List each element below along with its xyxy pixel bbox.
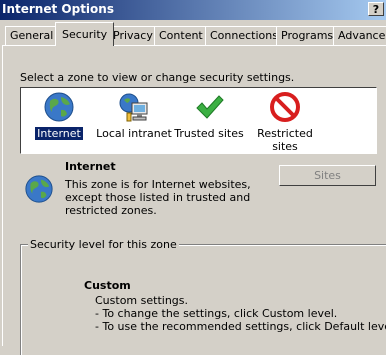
security-level-name: Custom [84,279,131,292]
level-line: - To change the settings, click Custom l… [95,307,338,320]
globe-icon [44,92,74,122]
security-level-description: Custom settings. - To change the setting… [95,294,386,333]
sites-button[interactable]: Sites [279,165,376,186]
title-bar: Internet Options ? [0,0,386,20]
zone-local-intranet[interactable]: Local intranet [94,91,174,140]
zone-description: This zone is for Internet websites, exce… [65,178,251,217]
intranet-icon [119,93,148,122]
zone-label: Local intranet [96,127,172,140]
globe-icon [25,175,53,203]
tab-strip: General Security Privacy Content Connect… [0,22,386,46]
zone-internet[interactable]: Internet [19,91,99,141]
zone-label: Restricted sites [257,127,313,153]
checkmark-icon [196,95,224,119]
zone-restricted-sites[interactable]: Restricted sites [245,91,325,153]
tab-general[interactable]: General [5,26,59,45]
tab-connections[interactable]: Connections [205,26,283,45]
tab-programs[interactable]: Programs [276,26,339,45]
tab-content[interactable]: Content [154,26,208,45]
zone-label: Internet [34,126,84,141]
selected-zone-name: Internet [65,160,116,173]
level-line: Custom settings. [95,294,189,307]
tab-privacy[interactable]: Privacy [108,26,158,45]
zone-prompt: Select a zone to view or change security… [20,71,295,84]
level-line: - To use the recommended settings, click… [95,320,386,333]
help-button[interactable]: ? [368,2,384,16]
zone-label: Trusted sites [174,127,244,140]
group-title: Security level for this zone [28,238,179,251]
window-title: Internet Options [2,2,114,16]
restricted-icon [270,92,300,122]
zone-trusted-sites[interactable]: Trusted sites [169,91,249,140]
zone-list: Internet Local intranet Trusted sites Re… [20,87,377,154]
tab-security[interactable]: Security [55,22,115,46]
tab-advanced[interactable]: Advanced [333,26,386,45]
